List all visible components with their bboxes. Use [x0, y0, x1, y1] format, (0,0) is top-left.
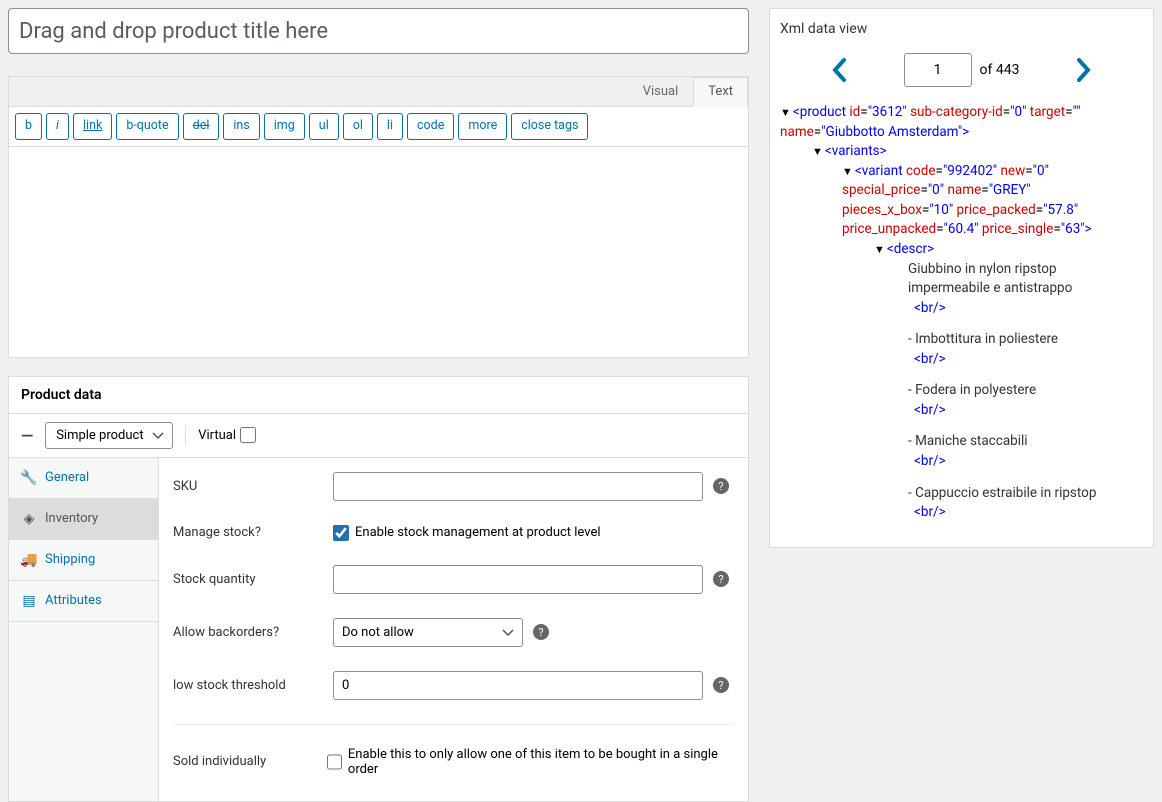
help-icon[interactable]: ?	[713, 571, 729, 587]
sku-input[interactable]	[333, 472, 703, 501]
wrench-icon: 🔧	[21, 470, 37, 486]
xml-tree[interactable]: ▼<product id="3612" sub-category-id="0" …	[780, 103, 1143, 535]
product-data-heading: Product data	[9, 377, 748, 414]
btn-ul[interactable]: ul	[309, 113, 339, 140]
btn-li[interactable]: li	[377, 113, 403, 140]
stock-qty-input[interactable]	[333, 565, 703, 594]
product-data-tabs: 🔧 General ◈ Inventory 🚚 Shipping ▤ Attri…	[9, 458, 159, 801]
editor-toolbar: b i link b-quote del ins img ul ol li co…	[9, 107, 748, 147]
tab-shipping-label: Shipping	[45, 552, 95, 567]
inventory-fields: SKU ? Manage stock? Enable stock managem…	[159, 458, 748, 801]
sku-label: SKU	[173, 479, 323, 494]
truck-icon: 🚚	[21, 552, 37, 568]
product-title-input[interactable]	[8, 8, 749, 54]
virtual-checkbox-wrap[interactable]: Virtual	[198, 427, 256, 443]
low-stock-input[interactable]	[333, 671, 703, 700]
editor-textarea[interactable]	[9, 147, 748, 357]
content-editor: Visual Text b i link b-quote del ins img…	[8, 76, 749, 358]
manage-stock-label: Manage stock?	[173, 525, 323, 540]
tab-attributes-label: Attributes	[45, 593, 102, 608]
collapse-icon[interactable]: —	[21, 426, 33, 445]
tab-general[interactable]: 🔧 General	[9, 458, 158, 499]
btn-code[interactable]: code	[407, 113, 454, 140]
btn-bold[interactable]: b	[15, 113, 42, 140]
page-total-label: of 443	[980, 62, 1020, 78]
sold-indiv-label: Sold individually	[173, 754, 317, 769]
btn-ins[interactable]: ins	[223, 113, 259, 140]
virtual-checkbox[interactable]	[240, 427, 256, 443]
prev-arrow-icon[interactable]	[826, 56, 854, 84]
btn-img[interactable]: img	[264, 113, 305, 140]
tab-inventory-label: Inventory	[45, 511, 98, 526]
tab-visual[interactable]: Visual	[628, 77, 694, 106]
tab-shipping[interactable]: 🚚 Shipping	[9, 540, 158, 581]
sold-indiv-desc: Enable this to only allow one of this it…	[348, 747, 734, 777]
manage-stock-wrap[interactable]: Enable stock management at product level	[333, 525, 601, 541]
manage-stock-checkbox[interactable]	[333, 525, 349, 541]
stock-qty-label: Stock quantity	[173, 572, 323, 587]
sold-indiv-wrap[interactable]: Enable this to only allow one of this it…	[327, 747, 734, 777]
btn-bquote[interactable]: b-quote	[116, 113, 178, 140]
tab-text[interactable]: Text	[693, 77, 748, 107]
inventory-icon: ◈	[21, 511, 37, 527]
attributes-icon: ▤	[21, 593, 37, 609]
help-icon[interactable]: ?	[713, 677, 729, 693]
backorders-label: Allow backorders?	[173, 625, 323, 640]
help-icon[interactable]: ?	[533, 624, 549, 640]
tab-general-label: General	[45, 470, 89, 485]
separator	[185, 425, 186, 445]
help-icon[interactable]: ?	[713, 478, 729, 494]
low-stock-label: low stock threshold	[173, 678, 323, 693]
btn-link[interactable]: link	[73, 113, 112, 140]
sold-indiv-checkbox[interactable]	[327, 754, 342, 770]
product-data-panel: Product data — Simple product Virtual 🔧 …	[8, 376, 749, 802]
page-number-input[interactable]	[904, 53, 972, 87]
xml-panel-title: Xml data view	[780, 21, 1143, 37]
btn-ol[interactable]: ol	[343, 113, 373, 140]
btn-del[interactable]: del	[183, 113, 220, 140]
btn-close-tags[interactable]: close tags	[511, 113, 588, 140]
tab-attributes[interactable]: ▤ Attributes	[9, 581, 158, 622]
manage-stock-desc: Enable stock management at product level	[355, 525, 601, 540]
tab-inventory[interactable]: ◈ Inventory	[9, 499, 158, 540]
virtual-label: Virtual	[198, 428, 236, 443]
backorders-select[interactable]: Do not allow	[333, 618, 523, 647]
xml-data-view-panel: Xml data view of 443 ▼<product id="3612"…	[769, 8, 1154, 548]
next-arrow-icon[interactable]	[1069, 56, 1097, 84]
product-type-select[interactable]: Simple product	[45, 422, 173, 449]
btn-more[interactable]: more	[458, 113, 507, 140]
btn-italic[interactable]: i	[46, 113, 69, 140]
